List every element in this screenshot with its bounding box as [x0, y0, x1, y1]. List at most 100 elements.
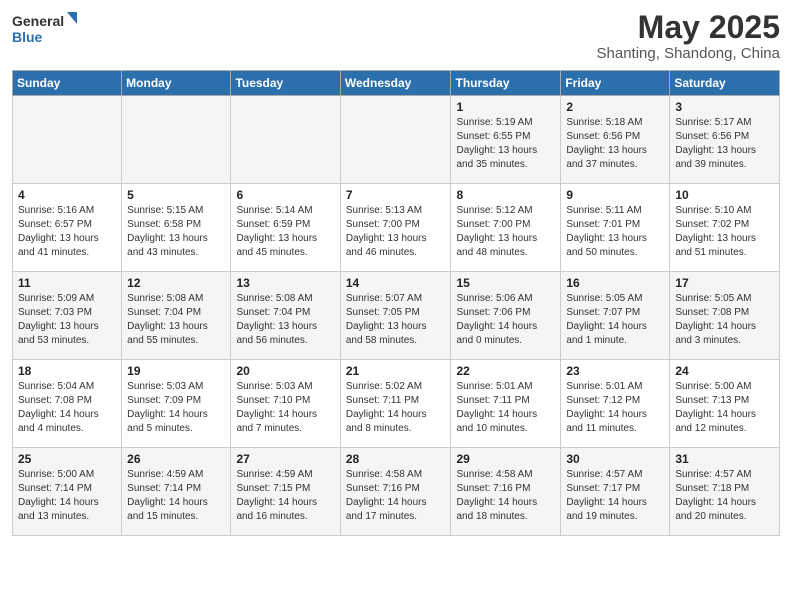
calendar-cell: 12 Sunrise: 5:08 AM Sunset: 7:04 PM Dayli…	[122, 272, 231, 360]
calendar-cell: 22 Sunrise: 5:01 AM Sunset: 7:11 PM Dayli…	[451, 360, 561, 448]
location-subtitle: Shanting, Shandong, China	[597, 45, 780, 62]
day-info: Sunrise: 5:10 AM Sunset: 7:02 PM Dayligh…	[675, 204, 774, 260]
day-number: 1	[456, 100, 555, 114]
day-header-tuesday: Tuesday	[231, 71, 340, 96]
calendar-cell: 13 Sunrise: 5:08 AM Sunset: 7:04 PM Dayli…	[231, 272, 340, 360]
day-number: 8	[456, 188, 555, 202]
calendar-cell: 25Sunrise: 5:00 AM Sunset: 7:14 PM Dayli…	[13, 448, 122, 536]
day-number: 20	[236, 364, 334, 378]
calendar-cell: 30 Sunrise: 4:57 AM Sunset: 7:17 PM Dayli…	[561, 448, 670, 536]
day-header-wednesday: Wednesday	[340, 71, 451, 96]
day-info: Sunrise: 4:58 AM Sunset: 7:16 PM Dayligh…	[346, 468, 446, 524]
day-info: Sunrise: 5:12 AM Sunset: 7:00 PM Dayligh…	[456, 204, 555, 260]
calendar-cell: 9 Sunrise: 5:11 AM Sunset: 7:01 PM Daylig…	[561, 184, 670, 272]
day-info: Sunrise: 5:11 AM Sunset: 7:01 PM Dayligh…	[566, 204, 664, 260]
day-info: Sunrise: 5:05 AM Sunset: 7:07 PM Dayligh…	[566, 292, 664, 348]
calendar-cell: 8 Sunrise: 5:12 AM Sunset: 7:00 PM Daylig…	[451, 184, 561, 272]
day-number: 23	[566, 364, 664, 378]
day-info: Sunrise: 5:01 AM Sunset: 7:11 PM Dayligh…	[456, 380, 555, 436]
day-number: 4	[18, 188, 116, 202]
day-number: 31	[675, 452, 774, 466]
calendar-cell: 15Sunrise: 5:06 AM Sunset: 7:06 PM Dayli…	[451, 272, 561, 360]
day-info: Sunrise: 4:59 AM Sunset: 7:14 PM Dayligh…	[127, 468, 225, 524]
calendar-cell: 28Sunrise: 4:58 AM Sunset: 7:16 PM Dayli…	[340, 448, 451, 536]
calendar-cell: 2 Sunrise: 5:18 AM Sunset: 6:56 PM Daylig…	[561, 96, 670, 184]
calendar-cell: 19Sunrise: 5:03 AM Sunset: 7:09 PM Dayli…	[122, 360, 231, 448]
calendar-week-row: 25Sunrise: 5:00 AM Sunset: 7:14 PM Dayli…	[13, 448, 780, 536]
calendar-cell: 1Sunrise: 5:19 AM Sunset: 6:55 PM Daylig…	[451, 96, 561, 184]
calendar-cell: 21 Sunrise: 5:02 AM Sunset: 7:11 PM Dayli…	[340, 360, 451, 448]
logo: General Blue	[12, 10, 82, 50]
calendar-cell: 5 Sunrise: 5:15 AM Sunset: 6:58 PM Daylig…	[122, 184, 231, 272]
day-number: 9	[566, 188, 664, 202]
page-container: General Blue May 2025 Shanting, Shandong…	[0, 0, 792, 546]
month-title: May 2025	[597, 10, 780, 45]
calendar-week-row: 18Sunrise: 5:04 AM Sunset: 7:08 PM Dayli…	[13, 360, 780, 448]
calendar-cell: 7 Sunrise: 5:13 AM Sunset: 7:00 PM Daylig…	[340, 184, 451, 272]
day-header-thursday: Thursday	[451, 71, 561, 96]
calendar-cell	[122, 96, 231, 184]
calendar-cell: 20 Sunrise: 5:03 AM Sunset: 7:10 PM Dayli…	[231, 360, 340, 448]
day-number: 7	[346, 188, 446, 202]
calendar-cell	[231, 96, 340, 184]
calendar-table: SundayMondayTuesdayWednesdayThursdayFrid…	[12, 70, 780, 536]
calendar-cell: 4 Sunrise: 5:16 AM Sunset: 6:57 PM Daylig…	[13, 184, 122, 272]
day-number: 30	[566, 452, 664, 466]
day-info: Sunrise: 5:15 AM Sunset: 6:58 PM Dayligh…	[127, 204, 225, 260]
calendar-cell: 29 Sunrise: 4:58 AM Sunset: 7:16 PM Dayli…	[451, 448, 561, 536]
day-info: Sunrise: 5:05 AM Sunset: 7:08 PM Dayligh…	[675, 292, 774, 348]
day-info: Sunrise: 5:01 AM Sunset: 7:12 PM Dayligh…	[566, 380, 664, 436]
day-info: Sunrise: 5:16 AM Sunset: 6:57 PM Dayligh…	[18, 204, 116, 260]
day-number: 5	[127, 188, 225, 202]
calendar-cell: 11 Sunrise: 5:09 AM Sunset: 7:03 PM Dayli…	[13, 272, 122, 360]
day-info: Sunrise: 5:08 AM Sunset: 7:04 PM Dayligh…	[127, 292, 225, 348]
calendar-cell	[13, 96, 122, 184]
day-number: 26	[127, 452, 225, 466]
day-info: Sunrise: 4:59 AM Sunset: 7:15 PM Dayligh…	[236, 468, 334, 524]
svg-text:General: General	[12, 13, 64, 29]
day-number: 2	[566, 100, 664, 114]
calendar-cell: 10 Sunrise: 5:10 AM Sunset: 7:02 PM Dayli…	[670, 184, 780, 272]
day-number: 12	[127, 276, 225, 290]
day-info: Sunrise: 5:02 AM Sunset: 7:11 PM Dayligh…	[346, 380, 446, 436]
day-number: 16	[566, 276, 664, 290]
day-info: Sunrise: 5:13 AM Sunset: 7:00 PM Dayligh…	[346, 204, 446, 260]
day-header-monday: Monday	[122, 71, 231, 96]
header: General Blue May 2025 Shanting, Shandong…	[12, 10, 780, 62]
day-number: 11	[18, 276, 116, 290]
calendar-cell: 3Sunrise: 5:17 AM Sunset: 6:56 PM Daylig…	[670, 96, 780, 184]
calendar-week-row: 1Sunrise: 5:19 AM Sunset: 6:55 PM Daylig…	[13, 96, 780, 184]
day-number: 10	[675, 188, 774, 202]
day-info: Sunrise: 4:57 AM Sunset: 7:17 PM Dayligh…	[566, 468, 664, 524]
day-info: Sunrise: 5:04 AM Sunset: 7:08 PM Dayligh…	[18, 380, 116, 436]
calendar-cell: 17 Sunrise: 5:05 AM Sunset: 7:08 PM Dayli…	[670, 272, 780, 360]
day-info: Sunrise: 5:09 AM Sunset: 7:03 PM Dayligh…	[18, 292, 116, 348]
day-number: 24	[675, 364, 774, 378]
day-number: 21	[346, 364, 446, 378]
calendar-cell	[340, 96, 451, 184]
day-info: Sunrise: 5:03 AM Sunset: 7:10 PM Dayligh…	[236, 380, 334, 436]
calendar-cell: 24Sunrise: 5:00 AM Sunset: 7:13 PM Dayli…	[670, 360, 780, 448]
day-number: 14	[346, 276, 446, 290]
day-info: Sunrise: 5:18 AM Sunset: 6:56 PM Dayligh…	[566, 116, 664, 172]
day-number: 3	[675, 100, 774, 114]
logo-svg: General Blue	[12, 10, 82, 50]
day-number: 27	[236, 452, 334, 466]
day-number: 6	[236, 188, 334, 202]
day-info: Sunrise: 5:08 AM Sunset: 7:04 PM Dayligh…	[236, 292, 334, 348]
day-number: 17	[675, 276, 774, 290]
day-info: Sunrise: 5:07 AM Sunset: 7:05 PM Dayligh…	[346, 292, 446, 348]
day-number: 29	[456, 452, 555, 466]
calendar-cell: 14 Sunrise: 5:07 AM Sunset: 7:05 PM Dayli…	[340, 272, 451, 360]
day-info: Sunrise: 5:03 AM Sunset: 7:09 PM Dayligh…	[127, 380, 225, 436]
calendar-cell: 23 Sunrise: 5:01 AM Sunset: 7:12 PM Dayli…	[561, 360, 670, 448]
day-info: Sunrise: 5:06 AM Sunset: 7:06 PM Dayligh…	[456, 292, 555, 348]
day-info: Sunrise: 4:57 AM Sunset: 7:18 PM Dayligh…	[675, 468, 774, 524]
day-info: Sunrise: 5:14 AM Sunset: 6:59 PM Dayligh…	[236, 204, 334, 260]
calendar-cell: 18Sunrise: 5:04 AM Sunset: 7:08 PM Dayli…	[13, 360, 122, 448]
day-number: 13	[236, 276, 334, 290]
day-info: Sunrise: 4:58 AM Sunset: 7:16 PM Dayligh…	[456, 468, 555, 524]
calendar-cell: 27 Sunrise: 4:59 AM Sunset: 7:15 PM Dayli…	[231, 448, 340, 536]
day-number: 22	[456, 364, 555, 378]
day-number: 25	[18, 452, 116, 466]
